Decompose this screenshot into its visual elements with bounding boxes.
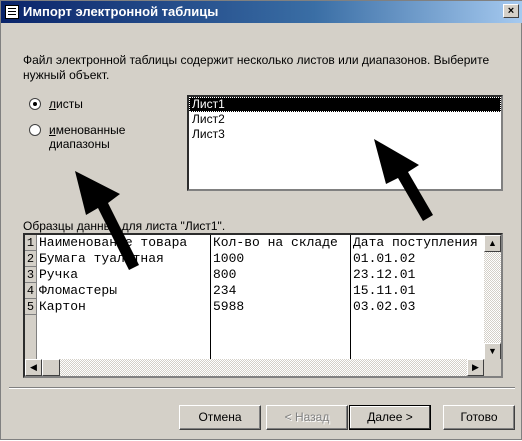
sheet-listbox[interactable]: Лист1 Лист2 Лист3 <box>187 95 503 191</box>
table-cell: Ручка <box>39 267 79 282</box>
table-cell: 5988 <box>213 299 245 314</box>
list-item-sheet3[interactable]: Лист3 <box>189 127 501 142</box>
scroll-corner <box>484 359 501 376</box>
arrow-right-icon[interactable]: ▶ <box>467 359 484 376</box>
next-button[interactable]: Далее > <box>349 405 431 430</box>
table-cell: Дата поступления <box>353 235 478 250</box>
table-cell: Наименование товара <box>39 235 188 250</box>
row-number: 5 <box>25 299 37 315</box>
table-cell: Картон <box>39 299 86 314</box>
table-cell: 15.11.01 <box>353 283 416 298</box>
arrow-left-icon[interactable]: ◀ <box>25 359 42 376</box>
row-number-blank <box>25 315 37 360</box>
grid-content: 1 Наименование товара Кол-во на складе Д… <box>25 235 484 360</box>
back-button[interactable]: < Назад <box>266 405 348 430</box>
row-number: 1 <box>25 235 37 251</box>
radio-named-ranges[interactable] <box>29 124 41 136</box>
vertical-scrollbar[interactable]: ▲ ▼ <box>484 235 501 360</box>
title-bar[interactable]: Импорт электронной таблицы × <box>1 1 522 23</box>
close-button[interactable]: × <box>503 4 519 18</box>
table-cell: Фломастеры <box>39 283 118 298</box>
radio-sheets[interactable] <box>29 98 41 110</box>
spreadsheet-icon <box>5 5 19 19</box>
finish-button[interactable]: Готово <box>443 405 515 430</box>
row-number: 2 <box>25 251 37 267</box>
table-cell: 1000 <box>213 251 245 266</box>
table-cell: 03.02.03 <box>353 299 416 314</box>
table-cell: 01.01.02 <box>353 251 416 266</box>
table-cell: 234 <box>213 283 237 298</box>
arrow-up-icon[interactable]: ▲ <box>484 235 501 252</box>
cancel-button[interactable]: Отмена <box>179 405 261 430</box>
radio-sheets-label: листы <box>49 97 83 111</box>
row-number: 3 <box>25 267 37 283</box>
arrow-down-icon[interactable]: ▼ <box>484 343 501 360</box>
sample-data-label: Образцы данных для листа "Лист1". <box>23 219 226 233</box>
table-cell: Бумага туалетная <box>39 251 164 266</box>
radio-sheets-option[interactable]: листы <box>23 97 173 113</box>
description-text: Файл электронной таблицы содержит нескол… <box>23 53 490 82</box>
window-title: Импорт электронной таблицы <box>23 4 219 19</box>
horizontal-scrollbar[interactable]: ◀ ▶ <box>25 359 484 376</box>
list-item-sheet2[interactable]: Лист2 <box>189 112 501 127</box>
radio-ranges-option[interactable]: именованные диапазоны <box>23 123 173 153</box>
list-item-sheet1[interactable]: Лист1 <box>189 97 501 112</box>
separator <box>9 387 515 389</box>
table-cell: 23.12.01 <box>353 267 416 282</box>
import-spreadsheet-dialog: Импорт электронной таблицы × Файл электр… <box>0 0 522 440</box>
row-number: 4 <box>25 283 37 299</box>
scroll-thumb[interactable] <box>42 359 60 376</box>
table-cell: Кол-во на складе <box>213 235 338 250</box>
radio-ranges-label: именованные <box>49 123 126 137</box>
radio-ranges-label-line2: диапазоны <box>49 137 110 151</box>
table-cell: 800 <box>213 267 237 282</box>
sample-data-grid[interactable]: 1 Наименование товара Кол-во на складе Д… <box>23 233 503 378</box>
